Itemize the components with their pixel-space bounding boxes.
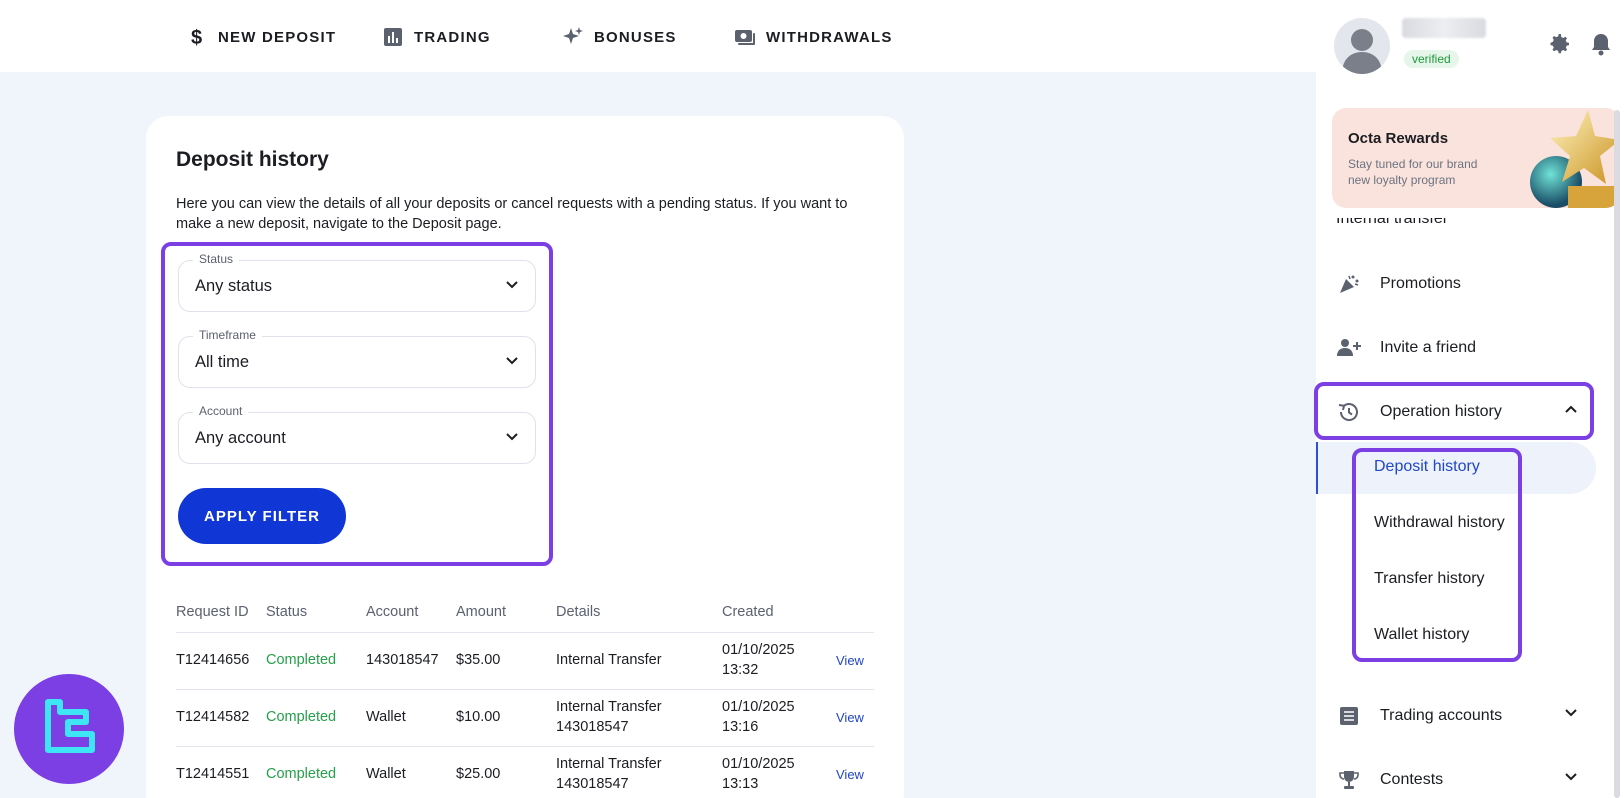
cell-created-time: 13:16: [722, 719, 759, 735]
sidebar-scrollbar[interactable]: [1614, 110, 1620, 798]
rewards-subtitle: Stay tuned for our brand new loyalty pro…: [1348, 157, 1478, 187]
sidebar-item-trading-accounts[interactable]: Trading accounts: [1316, 690, 1596, 742]
username-blurred: [1402, 18, 1486, 38]
list-icon: [1336, 703, 1362, 729]
nav-trading-label: TRADING: [414, 28, 491, 46]
sparkle-icon: [562, 26, 584, 48]
octa-rewards-banner[interactable]: Octa Rewards Stay tuned for our brand ne…: [1332, 108, 1620, 208]
dollar-icon: $: [186, 26, 208, 48]
view-link[interactable]: View: [836, 708, 864, 728]
cell-details: Internal Transfer: [556, 699, 662, 715]
column-header-amount: Amount: [456, 604, 506, 620]
timeframe-select[interactable]: Timeframe All time: [178, 328, 536, 388]
account-select-value: Any account: [195, 429, 286, 447]
column-header-status: Status: [266, 604, 308, 620]
nav-withdrawals[interactable]: WITHDRAWALS: [734, 22, 893, 52]
chevron-up-icon: [1565, 405, 1577, 413]
top-nav-bar: $ NEW DEPOSIT TRADING BONUSES WITHDRAWAL…: [0, 0, 1316, 72]
rewards-title: Octa Rewards: [1348, 130, 1449, 147]
cell-status: Completed: [266, 652, 337, 668]
cell-created-date: 01/10/2025: [722, 642, 795, 658]
apply-filter-button[interactable]: APPLY FILTER: [178, 488, 346, 544]
table-divider: [176, 689, 874, 690]
column-header-details: Details: [556, 604, 601, 620]
view-link[interactable]: View: [836, 651, 864, 671]
column-header-account: Account: [366, 604, 419, 620]
nav-new-deposit[interactable]: $ NEW DEPOSIT: [186, 22, 336, 52]
cell-details-account: 143018547: [556, 776, 629, 792]
cell-request-id: T12414656: [176, 652, 250, 668]
view-link[interactable]: View: [836, 765, 864, 785]
avatar[interactable]: [1334, 18, 1390, 74]
chevron-down-icon: [1565, 773, 1577, 781]
sidebar-item-contests[interactable]: Contests: [1316, 754, 1596, 798]
cell-details: Internal Transfer: [556, 756, 662, 772]
sidebar-item-promotions[interactable]: Promotions: [1316, 258, 1596, 310]
nav-trading[interactable]: TRADING: [382, 22, 491, 52]
column-header-request-id: Request ID: [176, 604, 249, 620]
sidebar-item-label: Contests: [1380, 771, 1444, 788]
cell-created-date: 01/10/2025: [722, 699, 795, 715]
cell-amount: $35.00: [456, 652, 501, 668]
chevron-down-icon: [506, 357, 518, 365]
chart-icon: [382, 26, 404, 48]
cell-created-date: 01/10/2025: [722, 756, 795, 772]
brand-logo: [14, 674, 124, 784]
chevron-down-icon: [506, 281, 518, 289]
cell-created-time: 13:13: [722, 776, 759, 792]
account-select-label: Account: [193, 404, 249, 418]
cell-request-id: T12414582: [176, 709, 250, 725]
subitem-withdrawal-history[interactable]: Withdrawal history: [1374, 514, 1505, 532]
nav-bonuses-label: BONUSES: [594, 28, 677, 46]
history-icon: [1336, 399, 1362, 425]
column-header-created: Created: [722, 604, 774, 620]
account-select[interactable]: Account Any account: [178, 404, 536, 464]
subitem-deposit-history[interactable]: Deposit history: [1374, 458, 1480, 476]
cash-icon: [734, 26, 756, 48]
cell-account: Wallet: [366, 709, 406, 725]
nav-new-deposit-label: NEW DEPOSIT: [218, 28, 337, 46]
nav-withdrawals-label: WITHDRAWALS: [766, 28, 893, 46]
cell-created-time: 13:32: [722, 662, 759, 678]
verified-badge: verified: [1404, 50, 1459, 68]
chevron-down-icon: [1565, 709, 1577, 717]
cell-status: Completed: [266, 709, 337, 725]
svg-text:$: $: [191, 27, 203, 48]
page-description: Here you can view the details of all you…: [176, 196, 848, 232]
sidebar-item-label: Promotions: [1380, 275, 1461, 292]
cell-amount: $10.00: [456, 709, 501, 725]
status-select-value: Any status: [195, 277, 273, 295]
add-user-icon: [1336, 335, 1362, 361]
nav-bonuses[interactable]: BONUSES: [562, 22, 677, 52]
subitem-transfer-history[interactable]: Transfer history: [1374, 570, 1485, 588]
cell-account: 143018547: [366, 652, 439, 668]
chevron-down-icon: [506, 433, 518, 441]
cell-amount: $25.00: [456, 766, 501, 782]
user-silhouette-icon: [1342, 29, 1382, 74]
page-title: Deposit history: [176, 148, 329, 171]
cell-details: Internal Transfer: [556, 652, 662, 668]
sidebar-item-label: Operation history: [1380, 403, 1502, 420]
status-select-label: Status: [193, 252, 240, 266]
cell-details-account: 143018547: [556, 719, 629, 735]
party-icon: [1336, 271, 1362, 297]
cell-account: Wallet: [366, 766, 406, 782]
subitem-wallet-history[interactable]: Wallet history: [1374, 626, 1469, 644]
timeframe-select-value: All time: [195, 353, 250, 371]
cell-request-id: T12414551: [176, 766, 250, 782]
sidebar-item-operation-history[interactable]: Operation history: [1316, 386, 1596, 438]
gear-icon[interactable]: [1548, 32, 1572, 56]
table-divider: [176, 632, 874, 633]
rewards-star-graphic: [1530, 110, 1620, 208]
sidebar-item-invite-friend[interactable]: Invite a friend: [1316, 322, 1596, 374]
trophy-icon: [1336, 767, 1362, 793]
table-divider: [176, 746, 874, 747]
cell-status: Completed: [266, 766, 337, 782]
brand-logo-icon: [45, 699, 95, 753]
sidebar-item-label: Invite a friend: [1380, 339, 1477, 356]
status-select[interactable]: Status Any status: [178, 252, 536, 312]
timeframe-select-label: Timeframe: [193, 328, 262, 342]
sidebar-item-label: Trading accounts: [1380, 707, 1503, 724]
bell-icon[interactable]: [1590, 32, 1612, 56]
